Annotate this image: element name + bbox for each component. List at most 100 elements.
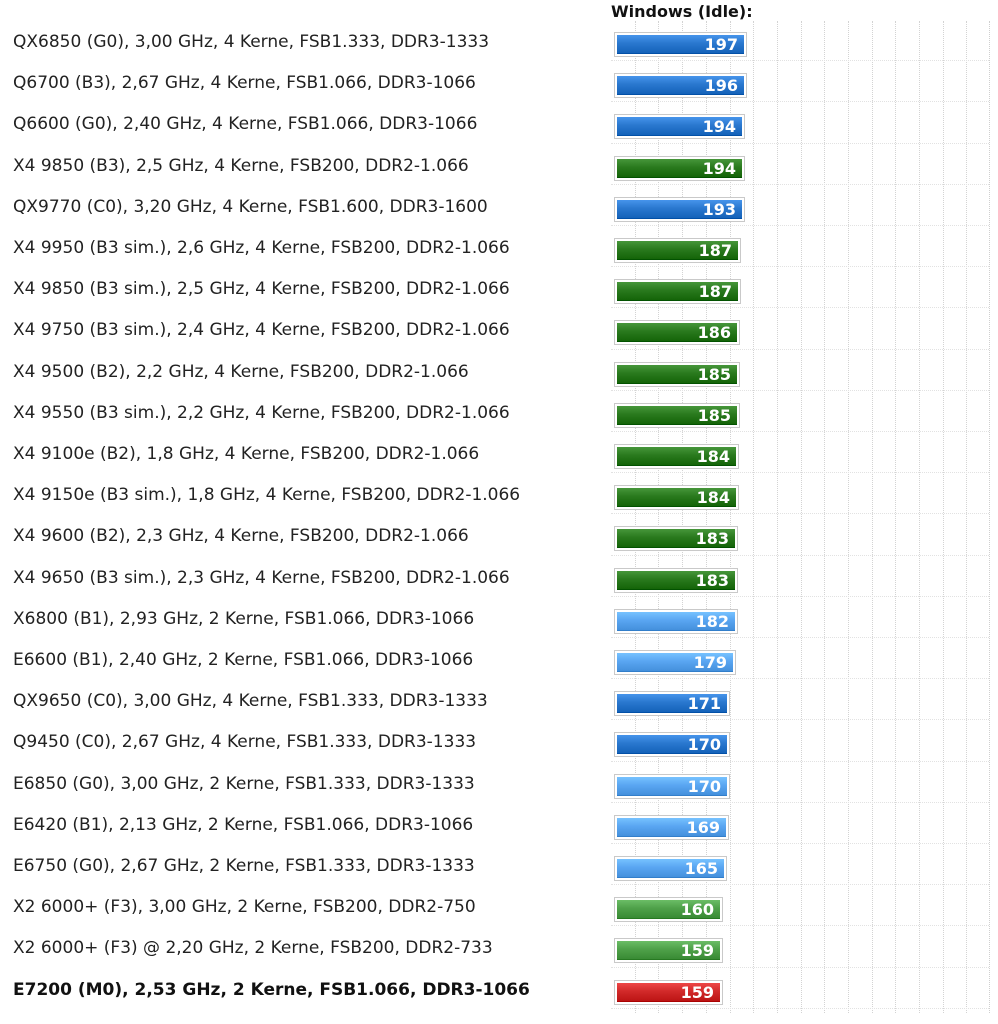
category-label: X4 9650 (B3 sim.), 2,3 GHz, 4 Kerne, FSB… bbox=[13, 568, 510, 588]
chart-row: X2 6000+ (F3) @ 2,20 GHz, 2 Kerne, FSB20… bbox=[0, 927, 998, 968]
chart-row: E7200 (M0), 2,53 GHz, 2 Kerne, FSB1.066,… bbox=[0, 969, 998, 1010]
chart-row: QX9650 (C0), 3,00 GHz, 4 Kerne, FSB1.333… bbox=[0, 680, 998, 721]
category-label: X4 9850 (B3), 2,5 GHz, 4 Kerne, FSB200, … bbox=[13, 156, 469, 176]
bar-value-label: 187 bbox=[698, 282, 732, 301]
bar-fill: 165 bbox=[617, 859, 724, 878]
bar: 184 bbox=[614, 485, 739, 510]
bar-fill: 160 bbox=[617, 900, 720, 919]
category-label: X4 9850 (B3 sim.), 2,5 GHz, 4 Kerne, FSB… bbox=[13, 279, 510, 299]
bar-value-label: 165 bbox=[684, 859, 718, 878]
chart-row: E6850 (G0), 3,00 GHz, 2 Kerne, FSB1.333,… bbox=[0, 763, 998, 804]
category-label: Q6600 (G0), 2,40 GHz, 4 Kerne, FSB1.066,… bbox=[13, 114, 478, 134]
bar-fill: 159 bbox=[617, 983, 720, 1002]
chart-row: X4 9650 (B3 sim.), 2,3 GHz, 4 Kerne, FSB… bbox=[0, 557, 998, 598]
category-label: E6850 (G0), 3,00 GHz, 2 Kerne, FSB1.333,… bbox=[13, 774, 475, 794]
chart-row: X4 9750 (B3 sim.), 2,4 GHz, 4 Kerne, FSB… bbox=[0, 309, 998, 350]
bar-value-label: 171 bbox=[687, 694, 721, 713]
category-label: X2 6000+ (F3), 3,00 GHz, 2 Kerne, FSB200… bbox=[13, 897, 476, 917]
bar-fill: 184 bbox=[617, 488, 736, 507]
bar: 193 bbox=[614, 197, 745, 222]
bar-fill: 183 bbox=[617, 529, 735, 548]
category-label: X4 9100e (B2), 1,8 GHz, 4 Kerne, FSB200,… bbox=[13, 444, 480, 464]
chart-title: Windows (Idle): bbox=[611, 2, 753, 21]
bar-fill: 197 bbox=[617, 35, 744, 54]
chart-row: X6800 (B1), 2,93 GHz, 2 Kerne, FSB1.066,… bbox=[0, 598, 998, 639]
bar-value-label: 186 bbox=[697, 323, 731, 342]
chart-row: X4 9950 (B3 sim.), 2,6 GHz, 4 Kerne, FSB… bbox=[0, 227, 998, 268]
bar: 194 bbox=[614, 114, 745, 139]
chart-row: X4 9550 (B3 sim.), 2,2 GHz, 4 Kerne, FSB… bbox=[0, 392, 998, 433]
bar-fill: 194 bbox=[617, 117, 742, 136]
bar-fill: 186 bbox=[617, 323, 737, 342]
bar-fill: 185 bbox=[617, 406, 737, 425]
chart-row: QX6850 (G0), 3,00 GHz, 4 Kerne, FSB1.333… bbox=[0, 21, 998, 62]
bar: 165 bbox=[614, 856, 727, 881]
category-label: E6600 (B1), 2,40 GHz, 2 Kerne, FSB1.066,… bbox=[13, 650, 474, 670]
chart-row: X4 9850 (B3 sim.), 2,5 GHz, 4 Kerne, FSB… bbox=[0, 268, 998, 309]
bar: 194 bbox=[614, 156, 745, 181]
chart-row: X2 6000+ (F3), 3,00 GHz, 2 Kerne, FSB200… bbox=[0, 886, 998, 927]
chart-row: X4 9600 (B2), 2,3 GHz, 4 Kerne, FSB200, … bbox=[0, 515, 998, 556]
bar-fill: 169 bbox=[617, 818, 726, 837]
bar-value-label: 170 bbox=[687, 735, 721, 754]
bar-value-label: 197 bbox=[704, 35, 738, 54]
category-label: Q6700 (B3), 2,67 GHz, 4 Kerne, FSB1.066,… bbox=[13, 73, 476, 93]
bar-fill: 182 bbox=[617, 612, 735, 631]
bar-value-label: 185 bbox=[697, 365, 731, 384]
bar-fill: 170 bbox=[617, 777, 727, 796]
bar-value-label: 183 bbox=[695, 529, 729, 548]
bar: 184 bbox=[614, 444, 739, 469]
chart-row: Q6700 (B3), 2,67 GHz, 4 Kerne, FSB1.066,… bbox=[0, 62, 998, 103]
bar-fill: 179 bbox=[617, 653, 733, 672]
category-label: QX6850 (G0), 3,00 GHz, 4 Kerne, FSB1.333… bbox=[13, 32, 490, 52]
bar: 197 bbox=[614, 32, 747, 57]
chart-row: X4 9850 (B3), 2,5 GHz, 4 Kerne, FSB200, … bbox=[0, 145, 998, 186]
bar: 170 bbox=[614, 774, 730, 799]
bar: 187 bbox=[614, 238, 741, 263]
bar-value-label: 196 bbox=[704, 76, 738, 95]
bar: 186 bbox=[614, 320, 740, 345]
bar-value-label: 194 bbox=[702, 117, 736, 136]
bar-value-label: 185 bbox=[697, 406, 731, 425]
category-label: QX9770 (C0), 3,20 GHz, 4 Kerne, FSB1.600… bbox=[13, 197, 488, 217]
bar: 185 bbox=[614, 403, 740, 428]
bar-value-label: 159 bbox=[680, 941, 714, 960]
chart-row: X4 9150e (B3 sim.), 1,8 GHz, 4 Kerne, FS… bbox=[0, 474, 998, 515]
bar-fill: 194 bbox=[617, 159, 742, 178]
bar-value-label: 179 bbox=[693, 653, 727, 672]
chart-row: X4 9100e (B2), 1,8 GHz, 4 Kerne, FSB200,… bbox=[0, 433, 998, 474]
category-label: X4 9950 (B3 sim.), 2,6 GHz, 4 Kerne, FSB… bbox=[13, 238, 510, 258]
category-label: Q9450 (C0), 2,67 GHz, 4 Kerne, FSB1.333,… bbox=[13, 732, 477, 752]
chart-row: Q6600 (G0), 2,40 GHz, 4 Kerne, FSB1.066,… bbox=[0, 103, 998, 144]
chart-row: E6750 (G0), 2,67 GHz, 2 Kerne, FSB1.333,… bbox=[0, 845, 998, 886]
category-label: X6800 (B1), 2,93 GHz, 2 Kerne, FSB1.066,… bbox=[13, 609, 475, 629]
bar-value-label: 182 bbox=[695, 612, 729, 631]
category-label: X2 6000+ (F3) @ 2,20 GHz, 2 Kerne, FSB20… bbox=[13, 938, 493, 958]
bar-value-label: 184 bbox=[696, 447, 730, 466]
bar-value-label: 187 bbox=[698, 241, 732, 260]
chart-row: E6420 (B1), 2,13 GHz, 2 Kerne, FSB1.066,… bbox=[0, 804, 998, 845]
chart-row: X4 9500 (B2), 2,2 GHz, 4 Kerne, FSB200, … bbox=[0, 351, 998, 392]
category-label: E7200 (M0), 2,53 GHz, 2 Kerne, FSB1.066,… bbox=[13, 980, 530, 1000]
bar-value-label: 170 bbox=[687, 777, 721, 796]
bar: 185 bbox=[614, 362, 740, 387]
chart-row: Q9450 (C0), 2,67 GHz, 4 Kerne, FSB1.333,… bbox=[0, 721, 998, 762]
category-label: X4 9600 (B2), 2,3 GHz, 4 Kerne, FSB200, … bbox=[13, 526, 469, 546]
bar-value-label: 159 bbox=[680, 983, 714, 1002]
bar: 196 bbox=[614, 73, 747, 98]
bar: 160 bbox=[614, 897, 723, 922]
bar: 159 bbox=[614, 980, 723, 1005]
bar-fill: 185 bbox=[617, 365, 737, 384]
bar: 183 bbox=[614, 568, 738, 593]
bar-value-label: 193 bbox=[702, 200, 736, 219]
bar-fill: 193 bbox=[617, 200, 742, 219]
bar: 169 bbox=[614, 815, 729, 840]
bar: 187 bbox=[614, 279, 741, 304]
category-label: X4 9150e (B3 sim.), 1,8 GHz, 4 Kerne, FS… bbox=[13, 485, 521, 505]
category-label: E6750 (G0), 2,67 GHz, 2 Kerne, FSB1.333,… bbox=[13, 856, 475, 876]
bar-fill: 170 bbox=[617, 735, 727, 754]
bar: 182 bbox=[614, 609, 738, 634]
bar-fill: 187 bbox=[617, 282, 738, 301]
bar-chart: Windows (Idle): QX6850 (G0), 3,00 GHz, 4… bbox=[0, 0, 998, 1024]
bar-value-label: 160 bbox=[680, 900, 714, 919]
